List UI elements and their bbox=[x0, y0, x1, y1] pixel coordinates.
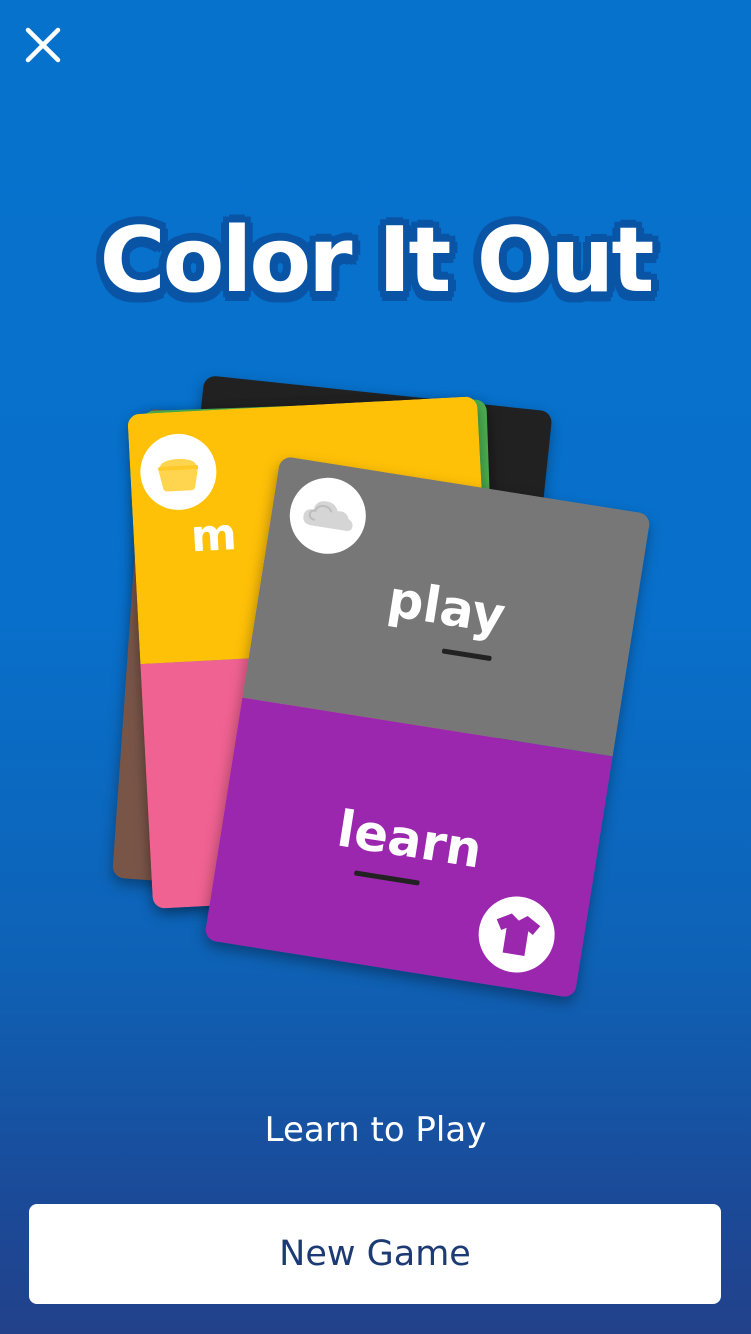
game-title: Color It Out bbox=[99, 208, 655, 313]
cloud-icon bbox=[303, 501, 353, 531]
shirt-icon bbox=[496, 913, 541, 956]
close-button[interactable] bbox=[18, 20, 68, 70]
learn-to-play-link[interactable]: Learn to Play bbox=[0, 1110, 751, 1150]
close-icon bbox=[25, 27, 61, 63]
new-game-button[interactable]: New Game bbox=[29, 1204, 721, 1304]
card-front: play learn bbox=[203, 455, 652, 999]
basket-icon bbox=[158, 458, 199, 492]
